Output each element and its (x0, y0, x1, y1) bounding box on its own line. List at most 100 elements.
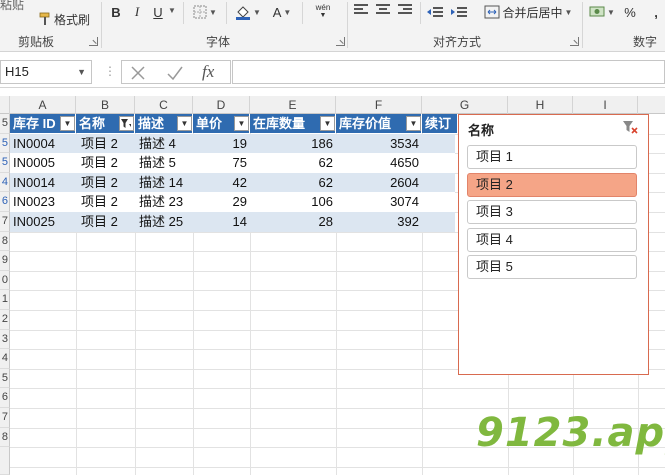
table-cell[interactable]: 4650 (336, 153, 419, 172)
table-cell[interactable]: 项目 2 (81, 173, 118, 192)
slicer-item[interactable]: 项目 4 (467, 228, 637, 252)
table-cell[interactable]: IN0014 (13, 173, 55, 192)
table-cell[interactable]: IN0025 (13, 212, 55, 231)
table-cell[interactable]: 描述 14 (139, 173, 183, 192)
table-cell[interactable]: 29 (193, 192, 247, 211)
row-header[interactable]: 8 (0, 427, 10, 448)
column-header[interactable]: F (336, 96, 422, 114)
row-header[interactable]: 1 (0, 290, 10, 310)
phonetic-button[interactable]: wén ▼ (308, 1, 338, 23)
table-cell[interactable]: 描述 23 (139, 192, 183, 211)
row-header[interactable]: 7 (0, 408, 10, 428)
table-cell[interactable]: 75 (193, 153, 247, 172)
table-cell[interactable]: 106 (250, 192, 333, 211)
filter-dropdown-icon[interactable]: ▼ (60, 116, 75, 131)
table-cell[interactable]: 2604 (336, 173, 419, 192)
table-cell[interactable]: 3074 (336, 192, 419, 211)
chevron-down-icon[interactable]: ▼ (77, 61, 86, 83)
formula-input[interactable] (232, 60, 665, 84)
currency-button[interactable]: ▼ (588, 1, 616, 23)
filter-dropdown-icon[interactable]: ▼ (234, 116, 249, 131)
row-header[interactable]: 9 (0, 251, 10, 271)
table-cell[interactable]: 描述 25 (139, 212, 183, 231)
font-launcher-icon[interactable] (336, 37, 345, 46)
table-cell[interactable]: 项目 2 (81, 134, 118, 153)
row-header[interactable]: 0 (0, 270, 10, 291)
column-header[interactable]: E (250, 96, 336, 114)
row-header[interactable]: 2 (0, 310, 10, 330)
slicer-item[interactable]: 项目 3 (467, 200, 637, 224)
table-cell[interactable]: 392 (336, 212, 419, 231)
enter-check-icon[interactable] (166, 65, 184, 81)
row-header[interactable]: 4 (0, 349, 10, 369)
table-cell[interactable]: IN0005 (13, 153, 55, 172)
filter-dropdown-icon[interactable]: ▼ (177, 116, 192, 131)
format-painter-button[interactable]: 格式刷 (36, 8, 92, 30)
align-left-icon[interactable] (354, 4, 368, 16)
column-header[interactable]: D (193, 96, 250, 114)
paste-label[interactable]: 粘贴 (0, 0, 24, 13)
table-cell[interactable]: 62 (250, 153, 333, 172)
table-cell[interactable]: IN0004 (13, 134, 55, 153)
slicer-item[interactable]: 项目 1 (467, 145, 637, 169)
clear-filter-icon[interactable] (622, 120, 638, 134)
clipboard-launcher-icon[interactable] (89, 37, 98, 46)
column-header[interactable]: I (573, 96, 638, 114)
table-cell[interactable]: 14 (193, 212, 247, 231)
font-color-button[interactable]: A ▼ (268, 1, 296, 23)
column-header[interactable]: A (10, 96, 76, 114)
table-cell[interactable]: 42 (193, 173, 247, 192)
alignment-launcher-icon[interactable] (570, 37, 579, 46)
filter-dropdown-icon[interactable]: ▼ (320, 116, 335, 131)
merge-center-button[interactable]: 合并后居中 ▼ (480, 1, 576, 23)
cancel-icon[interactable] (130, 65, 146, 81)
align-center-icon[interactable] (376, 4, 390, 16)
column-header[interactable]: H (508, 96, 573, 114)
bold-button[interactable]: B (108, 1, 124, 23)
table-cell[interactable]: 项目 2 (81, 212, 118, 231)
table-cell[interactable]: 19 (193, 134, 247, 153)
slicer-item[interactable]: 项目 5 (467, 255, 637, 279)
table-header-cell[interactable]: 续订 (422, 114, 458, 133)
align-right-icon[interactable] (398, 4, 412, 16)
table-cell[interactable]: 项目 2 (81, 153, 118, 172)
select-all-corner[interactable] (0, 96, 10, 114)
insert-function-button[interactable]: fx (202, 62, 214, 82)
row-header[interactable]: 8 (0, 231, 10, 252)
increase-indent-button[interactable] (450, 1, 468, 23)
row-header[interactable] (0, 447, 10, 475)
column-header[interactable]: G (422, 96, 508, 114)
table-cell[interactable]: 3534 (336, 134, 419, 153)
italic-button[interactable]: I (129, 1, 145, 23)
underline-button[interactable]: U (150, 1, 166, 23)
filter-dropdown-icon[interactable]: ▼ (406, 116, 421, 131)
row-header[interactable]: 3 (0, 329, 10, 350)
slicer-panel[interactable]: 名称 项目 1 项目 2 项目 3 项目 4 项目 5 (458, 114, 649, 375)
drag-handle-icon[interactable]: ⋮ (104, 64, 116, 78)
table-cell[interactable]: IN0023 (13, 192, 55, 211)
fill-color-button[interactable]: ▼ (234, 1, 262, 23)
borders-button[interactable]: ▼ (193, 1, 217, 23)
filter-active-icon[interactable] (119, 116, 134, 131)
percent-button[interactable]: % (622, 1, 638, 23)
column-header[interactable]: B (76, 96, 135, 114)
row-header[interactable]: 4 (0, 172, 10, 193)
row-header[interactable]: 7 (0, 212, 10, 232)
row-header[interactable]: 6 (0, 388, 10, 408)
table-cell[interactable]: 项目 2 (81, 192, 118, 211)
table-cell[interactable]: 186 (250, 134, 333, 153)
table-cell[interactable]: 描述 4 (139, 134, 176, 153)
row-header[interactable]: 5 (0, 153, 10, 173)
table-cell[interactable]: 62 (250, 173, 333, 192)
column-header[interactable]: C (135, 96, 193, 114)
table-cell[interactable]: 28 (250, 212, 333, 231)
chevron-down-icon[interactable]: ▼ (168, 6, 176, 15)
name-box[interactable]: H15 ▼ (0, 60, 92, 84)
row-header[interactable]: 5 (0, 133, 10, 154)
row-header[interactable]: 5 (0, 368, 10, 389)
comma-button[interactable]: , (648, 1, 664, 23)
table-cell[interactable]: 描述 5 (139, 153, 176, 172)
row-header[interactable]: 5 (0, 114, 10, 134)
slicer-item-selected[interactable]: 项目 2 (467, 173, 637, 197)
decrease-indent-button[interactable] (426, 1, 444, 23)
